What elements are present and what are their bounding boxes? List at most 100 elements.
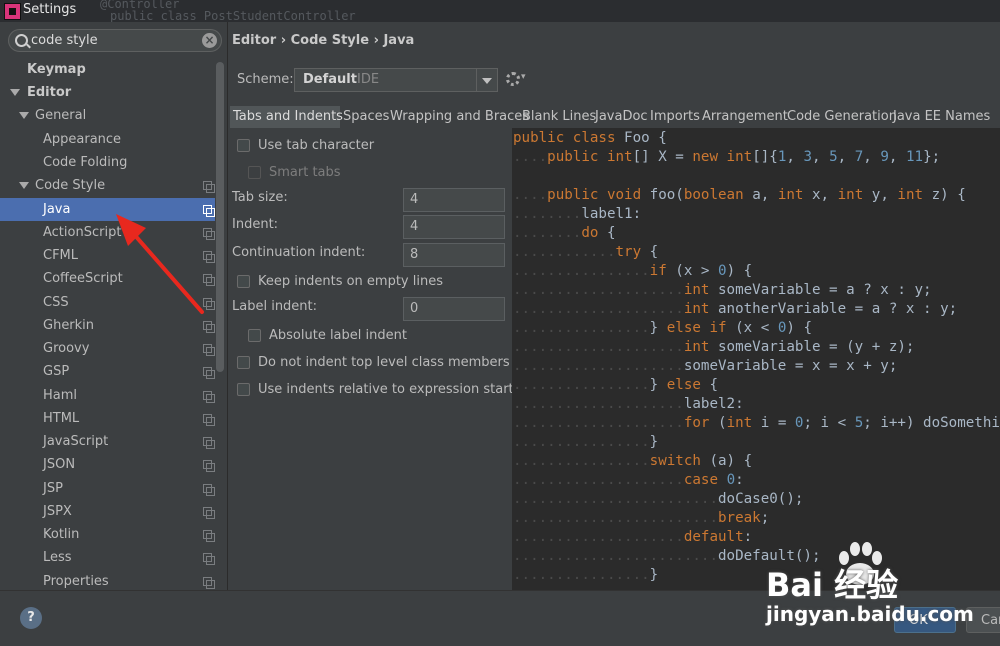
tab-tabs-and-indents[interactable]: Tabs and Indents <box>230 106 343 128</box>
project-copy-icon <box>203 181 215 193</box>
absolute-label-indent-checkbox[interactable] <box>248 329 261 342</box>
title-bar: @Controller public class PostStudentContr… <box>0 0 1000 22</box>
project-copy-icon <box>203 205 215 217</box>
tree-item-coffeescript[interactable]: CoffeeScript <box>0 267 215 290</box>
tree-item-label: HTML <box>43 411 80 426</box>
tree-item-jsp[interactable]: JSP <box>0 477 215 500</box>
tree-item-properties[interactable]: Properties <box>0 570 215 590</box>
tree-item-gsp[interactable]: GSP <box>0 360 215 383</box>
tree-item-label: GSP <box>43 364 70 379</box>
tree-item-gherkin[interactable]: Gherkin <box>0 314 215 337</box>
tree-item-label: CoffeeScript <box>43 271 123 286</box>
tree-item-actionscript[interactable]: ActionScript <box>0 221 215 244</box>
option-label: Absolute label indent <box>269 328 407 343</box>
tab-spaces[interactable]: Spaces <box>340 106 389 128</box>
chevron-down-icon[interactable]: ▾ <box>521 72 526 82</box>
project-copy-icon <box>203 530 215 542</box>
tree-item-label: Code Folding <box>43 155 128 170</box>
background-code-line: public class PostStudentController <box>110 9 356 22</box>
code-line: ........label1: <box>513 206 642 222</box>
clear-search-icon[interactable]: × <box>202 33 217 48</box>
tab-arrangement[interactable]: Arrangement <box>699 106 788 128</box>
project-copy-icon <box>203 298 215 310</box>
code-line: ....................for (int i = 0; i < … <box>513 415 1000 431</box>
code-line: ....................label2: <box>513 396 744 412</box>
tree-item-label: Keymap <box>27 62 86 77</box>
tree-item-code-style[interactable]: Code Style <box>0 174 215 197</box>
tree-item-label: Haml <box>43 388 78 403</box>
expand-arrow-icon[interactable] <box>10 89 20 96</box>
code-line: ....public void foo(boolean a, int x, in… <box>513 187 966 203</box>
tree-item-html[interactable]: HTML <box>0 407 215 430</box>
use-tab-character-checkbox[interactable] <box>237 139 250 152</box>
indent-options: Use tab character Smart tabs Tab size: 4… <box>228 129 514 590</box>
tab-blank-lines[interactable]: Blank Lines <box>519 106 596 128</box>
tree-item-label: JSP <box>43 481 63 496</box>
scheme-sub: IDE <box>357 72 380 87</box>
keep-indents-checkbox[interactable] <box>237 275 250 288</box>
option-label: Do not indent top level class members <box>258 355 510 370</box>
tree-item-label: Groovy <box>43 341 90 356</box>
code-line: ................} else { <box>513 377 719 393</box>
project-copy-icon <box>203 228 215 240</box>
option-label: Smart tabs <box>269 165 341 180</box>
tree-item-label: Editor <box>27 85 72 100</box>
tree-item-label: JavaScript <box>43 434 109 449</box>
tree-item-css[interactable]: CSS <box>0 291 215 314</box>
tree-item-cfml[interactable]: CFML <box>0 244 215 267</box>
tree-item-label: CSS <box>43 295 69 310</box>
tree-item-jspx[interactable]: JSPX <box>0 500 215 523</box>
no-indent-top-level-checkbox[interactable] <box>237 356 250 369</box>
tree-item-label: Code Style <box>35 178 106 193</box>
watermark-url: jingyan.baidu.com <box>766 602 974 626</box>
scheme-value: Default <box>303 72 357 87</box>
tab-code-generation[interactable]: Code Generation <box>784 106 897 128</box>
tree-item-appearance[interactable]: Appearance <box>0 128 215 151</box>
tree-item-groovy[interactable]: Groovy <box>0 337 215 360</box>
sidebar-scrollbar[interactable] <box>216 62 224 372</box>
project-copy-icon <box>203 437 215 449</box>
search-input[interactable] <box>31 31 201 50</box>
code-line: ................} <box>513 434 659 450</box>
baidu-watermark: Bai 经验 jingyan.baidu.com <box>760 540 1000 630</box>
indent-field[interactable]: 4 <box>403 215 505 239</box>
tab-size-label: Tab size: <box>232 190 288 205</box>
code-line: ........do { <box>513 225 616 241</box>
chevron-down-icon[interactable] <box>476 69 497 91</box>
tree-item-code-folding[interactable]: Code Folding <box>0 151 215 174</box>
scheme-label: Scheme: <box>237 72 294 87</box>
project-copy-icon <box>203 391 215 403</box>
tree-item-general[interactable]: General <box>0 104 215 127</box>
expand-arrow-icon[interactable] <box>19 112 29 119</box>
tree-item-json[interactable]: JSON <box>0 453 215 476</box>
tab-wrapping-and-braces[interactable]: Wrapping and Braces <box>387 106 529 128</box>
tree-item-javascript[interactable]: JavaScript <box>0 430 215 453</box>
tree-item-less[interactable]: Less <box>0 546 215 569</box>
search-icon <box>15 34 28 47</box>
expand-arrow-icon[interactable] <box>19 182 29 189</box>
code-line: ............try { <box>513 244 659 260</box>
project-copy-icon <box>203 367 215 379</box>
tab-imports[interactable]: Imports <box>647 106 700 128</box>
gear-icon[interactable] <box>506 72 520 86</box>
tab-javadoc[interactable]: JavaDoc <box>592 106 648 128</box>
tab-java-ee-names[interactable]: Java EE Names <box>890 106 990 128</box>
project-copy-icon <box>203 344 215 356</box>
code-line: ....................someVariable = x = x… <box>513 358 898 374</box>
code-line: ................} else if (x < 0) { <box>513 320 812 336</box>
tab-size-field[interactable]: 4 <box>403 188 505 212</box>
label-indent-field[interactable]: 0 <box>403 297 505 321</box>
help-button[interactable]: ? <box>20 607 42 629</box>
tree-item-keymap[interactable]: Keymap <box>0 58 215 81</box>
tree-item-java[interactable]: Java <box>0 198 215 221</box>
continuation-indent-field[interactable]: 8 <box>403 243 505 267</box>
option-label: Use indents relative to expression start <box>258 382 514 397</box>
label-indent-label: Label indent: <box>232 299 318 314</box>
scheme-select[interactable]: Default IDE <box>294 68 498 92</box>
tree-item-kotlin[interactable]: Kotlin <box>0 523 215 546</box>
tree-item-editor[interactable]: Editor <box>0 81 215 104</box>
tree-item-haml[interactable]: Haml <box>0 384 215 407</box>
relative-indents-checkbox[interactable] <box>237 383 250 396</box>
code-line: ................} <box>513 567 659 583</box>
tree-item-label: ActionScript <box>43 225 122 240</box>
